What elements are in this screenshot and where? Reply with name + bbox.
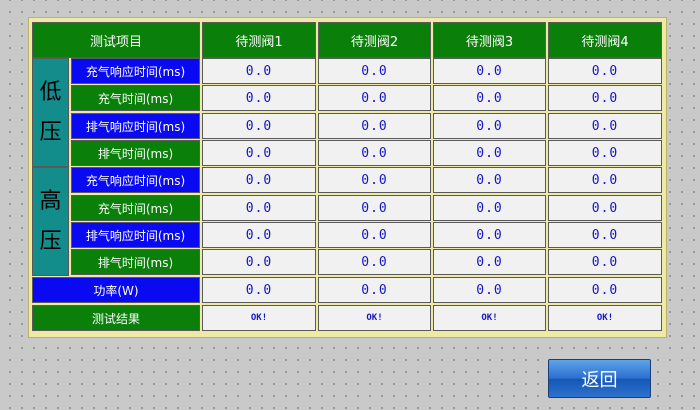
value-field: 0.0 — [548, 167, 662, 193]
value-field: 0.0 — [202, 195, 316, 221]
group-char: 低 — [39, 79, 62, 105]
value-field: 0.0 — [318, 167, 431, 193]
value-field: 0.0 — [433, 167, 546, 193]
row-label: 充气响应时间(ms) — [71, 167, 200, 193]
group-label-low-pressure: 低 压 — [32, 58, 69, 167]
row-label: 排气时间(ms) — [71, 140, 200, 166]
power-value: 0.0 — [318, 277, 431, 303]
value-field: 0.0 — [202, 167, 316, 193]
value-field: 0.0 — [548, 195, 662, 221]
row-label: 排气响应时间(ms) — [71, 113, 200, 139]
group-char: 高 — [39, 188, 62, 214]
value-field: 0.0 — [318, 113, 431, 139]
value-field: 0.0 — [548, 249, 662, 275]
row-label: 排气时间(ms) — [71, 249, 200, 275]
value-field: 0.0 — [433, 249, 546, 275]
value-field: 0.0 — [433, 58, 546, 84]
value-field: 0.0 — [433, 113, 546, 139]
row-label: 充气时间(ms) — [71, 195, 200, 221]
power-value: 0.0 — [433, 277, 546, 303]
group-label-high-pressure: 高 压 — [32, 167, 69, 276]
header-valve-3: 待测阀3 — [433, 22, 546, 58]
row-label: 排气响应时间(ms) — [71, 222, 200, 248]
power-value: 0.0 — [202, 277, 316, 303]
value-field: 0.0 — [202, 222, 316, 248]
header-valve-2: 待测阀2 — [318, 22, 431, 58]
value-field: 0.0 — [548, 58, 662, 84]
result-value: OK! — [318, 305, 431, 331]
value-field: 0.0 — [433, 222, 546, 248]
header-valve-1: 待测阀1 — [202, 22, 316, 58]
value-field: 0.0 — [548, 113, 662, 139]
header-valve-4: 待测阀4 — [548, 22, 662, 58]
value-field: 0.0 — [318, 222, 431, 248]
value-field: 0.0 — [202, 58, 316, 84]
row-label: 充气响应时间(ms) — [71, 58, 200, 84]
value-field: 0.0 — [433, 85, 546, 111]
value-field: 0.0 — [548, 222, 662, 248]
header-test-item: 测试项目 — [32, 22, 200, 58]
back-button[interactable]: 返回 — [548, 359, 651, 398]
power-value: 0.0 — [548, 277, 662, 303]
value-field: 0.0 — [318, 140, 431, 166]
result-value: OK! — [548, 305, 662, 331]
value-field: 0.0 — [202, 140, 316, 166]
row-label: 充气时间(ms) — [71, 85, 200, 111]
value-field: 0.0 — [433, 140, 546, 166]
value-field: 0.0 — [202, 85, 316, 111]
value-field: 0.0 — [318, 85, 431, 111]
group-char: 压 — [39, 119, 62, 145]
result-value: OK! — [202, 305, 316, 331]
value-field: 0.0 — [318, 249, 431, 275]
value-field: 0.0 — [202, 249, 316, 275]
group-char: 压 — [39, 228, 62, 254]
value-field: 0.0 — [548, 85, 662, 111]
result-value: OK! — [433, 305, 546, 331]
value-field: 0.0 — [318, 58, 431, 84]
value-field: 0.0 — [202, 113, 316, 139]
value-field: 0.0 — [318, 195, 431, 221]
value-field: 0.0 — [548, 140, 662, 166]
value-field: 0.0 — [433, 195, 546, 221]
result-label: 测试结果 — [32, 305, 200, 331]
power-label: 功率(W) — [32, 277, 200, 303]
